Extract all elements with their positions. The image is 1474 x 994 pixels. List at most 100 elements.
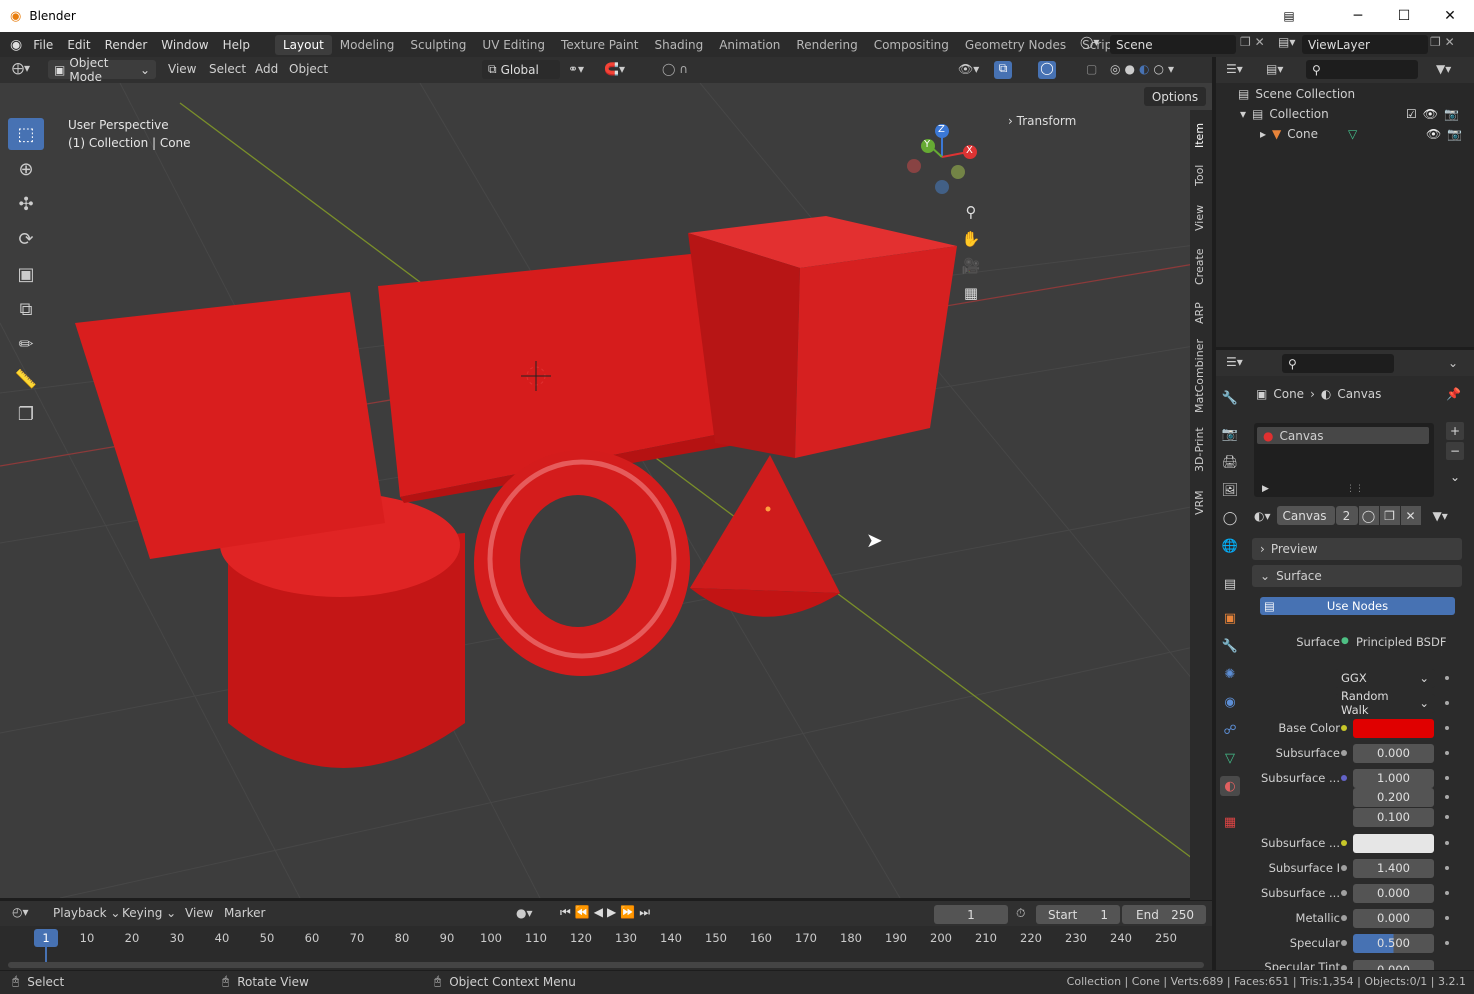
tab-modeling[interactable]: Modeling (332, 35, 403, 55)
transform-orientation[interactable]: ⧉ Global (482, 60, 560, 79)
subsurface-radius-z[interactable]: 0.100 (1353, 807, 1434, 827)
tab-rendering[interactable]: Rendering (788, 35, 865, 55)
material-props-icon[interactable]: ◐ (1220, 776, 1240, 796)
current-frame-field[interactable]: 1 (934, 905, 1008, 924)
keyframe-dot[interactable] (1445, 916, 1449, 920)
camera-icon[interactable]: 🎥 (962, 257, 981, 275)
timeline-menu-playback[interactable]: Playback ⌄ (53, 906, 120, 920)
sidebar-tab-create[interactable]: Create (1193, 246, 1209, 288)
collection-props-icon[interactable]: ▤ (1220, 574, 1240, 594)
properties-search-input[interactable]: ⚲ (1282, 354, 1394, 373)
particles-props-icon[interactable]: ✺ (1220, 664, 1240, 684)
preview-panel-header[interactable]: › Preview (1252, 538, 1462, 560)
subsurface-ior-value[interactable]: 1.400 (1353, 858, 1434, 878)
proportional-edit-icon[interactable]: ◯ ∩ (662, 62, 688, 76)
annotate-tool-icon[interactable]: ✏ (8, 328, 44, 360)
transform-panel-header[interactable]: › Transform (1008, 114, 1076, 128)
blender-menu-icon[interactable]: ◉ (10, 37, 22, 53)
rotate-tool-icon[interactable]: ⟳ (8, 223, 44, 255)
visibility-icon[interactable]: 👁▾ (958, 62, 979, 76)
view-layer-icon[interactable]: ▤▾ (1278, 35, 1295, 49)
outliner-editor-icon[interactable]: ☰▾ (1226, 62, 1243, 76)
outliner-object-cone[interactable]: ▸ ▼ Cone ▽ (1260, 127, 1357, 141)
keyframe-dot[interactable] (1445, 866, 1449, 870)
outliner-scene-collection[interactable]: ▤ Scene Collection (1238, 87, 1355, 101)
remove-slot-icon[interactable]: − (1446, 442, 1464, 460)
wireframe-shading-icon[interactable]: ◎ (1110, 62, 1124, 76)
solid-shading-icon[interactable]: ● (1124, 62, 1138, 76)
scene-props-icon[interactable]: ◯ (1220, 508, 1240, 528)
tab-shading[interactable]: Shading (646, 35, 711, 55)
sidebar-tab-matcombiner[interactable]: MatCombiner (1193, 338, 1209, 414)
specular-value[interactable]: 0.500 (1353, 933, 1434, 953)
hand-pan-icon[interactable]: ✋ (962, 230, 981, 248)
keyframe-dot[interactable] (1445, 841, 1449, 845)
overlay-toggle-icon[interactable]: ◯ (1038, 61, 1056, 79)
move-tool-icon[interactable]: ✣ (8, 188, 44, 220)
tab-sculpting[interactable]: Sculpting (402, 35, 474, 55)
sidebar-tab-arp[interactable]: ARP (1193, 298, 1209, 328)
filter-icon[interactable]: ▼▾ (1436, 62, 1451, 76)
sidebar-tab-tool[interactable]: Tool (1193, 160, 1209, 190)
material-slot-item[interactable]: ● Canvas (1257, 427, 1429, 444)
mesh-data-props-icon[interactable]: ▽ (1220, 748, 1240, 768)
tab-animation[interactable]: Animation (711, 35, 788, 55)
world-props-icon[interactable]: 🌐 (1220, 536, 1240, 556)
properties-options-icon[interactable]: ⌄ (1448, 356, 1458, 370)
subsurface-color-swatch[interactable] (1353, 833, 1434, 853)
properties-editor-icon[interactable]: ☰▾ (1226, 355, 1243, 369)
auto-keying-icon[interactable]: ●▾ (516, 906, 533, 920)
timeline-menu-view[interactable]: View (185, 906, 213, 920)
window-restore-icon[interactable]: ▤ (1266, 0, 1312, 32)
play-reverse-icon[interactable]: ◀ (594, 905, 603, 920)
subsurface-radius-x[interactable]: 1.000 (1353, 768, 1434, 788)
material-users-count[interactable]: 2 (1335, 506, 1358, 525)
list-expand-icon[interactable]: ▶ (1262, 484, 1269, 494)
zoom-icon[interactable]: ⚲ (966, 203, 977, 221)
keyframe-dot[interactable] (1445, 726, 1449, 730)
checkbox-icon[interactable]: ☑ (1406, 107, 1423, 121)
prev-keyframe-icon[interactable]: ⏪ (575, 905, 590, 920)
menu-help[interactable]: Help (216, 38, 257, 52)
viewport-3d[interactable]: Z X Y User Perspective (1) Collection | … (0, 83, 1212, 898)
camera-render-icon[interactable]: 📷 (1444, 107, 1465, 121)
sidebar-tab-3d-print[interactable]: 3D-Print (1193, 424, 1209, 476)
editor-type-icon[interactable]: ⨁▾ (12, 61, 30, 75)
menu-file[interactable]: File (26, 38, 60, 52)
menu-edit[interactable]: Edit (60, 38, 97, 52)
timeline-editor-icon[interactable]: ◴▾ (12, 905, 29, 919)
xray-icon[interactable]: ▢ (1086, 62, 1097, 76)
keyframe-dot[interactable] (1445, 776, 1449, 780)
keyframe-dot[interactable] (1445, 941, 1449, 945)
shading-modes[interactable]: ◎●◐○▾ (1110, 62, 1178, 76)
node-filter-icon[interactable]: ▼▾ (1433, 509, 1448, 523)
view-layer-field[interactable]: ViewLayer (1302, 35, 1428, 54)
unlink-material-icon[interactable]: ✕ (1400, 506, 1421, 525)
eye-icon[interactable]: 👁 (1426, 127, 1447, 141)
snap-icon[interactable]: 🧲▾ (604, 62, 625, 76)
keyframe-dot[interactable] (1445, 795, 1449, 799)
tab-uv-editing[interactable]: UV Editing (474, 35, 553, 55)
subsurface-radius-y[interactable]: 0.200 (1353, 787, 1434, 807)
fake-user-icon[interactable]: ◯ (1358, 506, 1379, 525)
add-slot-icon[interactable]: + (1446, 422, 1464, 440)
sidebar-tab-view[interactable]: View (1193, 200, 1209, 236)
display-mode-icon[interactable]: ▤▾ (1266, 62, 1283, 76)
viewport-menu-object[interactable]: Object (289, 62, 328, 76)
texture-props-icon[interactable]: ▦ (1220, 812, 1240, 832)
keyframe-dot[interactable] (1445, 676, 1449, 680)
camera-render-icon[interactable]: 📷 (1447, 127, 1468, 141)
start-frame-field[interactable]: Start 1 (1036, 905, 1120, 924)
gizmo-toggle-icon[interactable]: ⧉ (994, 61, 1012, 79)
keyframe-dot[interactable] (1445, 701, 1449, 705)
grid-ortho-icon[interactable]: ▦ (964, 284, 978, 302)
rendered-shading-icon[interactable]: ○ (1153, 62, 1167, 76)
constraints-props-icon[interactable]: ☍ (1220, 720, 1240, 740)
timeline-menu-marker[interactable]: Marker (224, 906, 265, 920)
subsurface-method-dropdown[interactable]: Random Walk ⌄ (1335, 689, 1435, 717)
object-props-icon[interactable]: ▣ (1220, 608, 1240, 628)
keyframe-dot[interactable] (1445, 751, 1449, 755)
menu-render[interactable]: Render (98, 38, 155, 52)
close-button[interactable]: ✕ (1427, 0, 1473, 32)
tab-geometry-nodes[interactable]: Geometry Nodes (957, 35, 1074, 55)
